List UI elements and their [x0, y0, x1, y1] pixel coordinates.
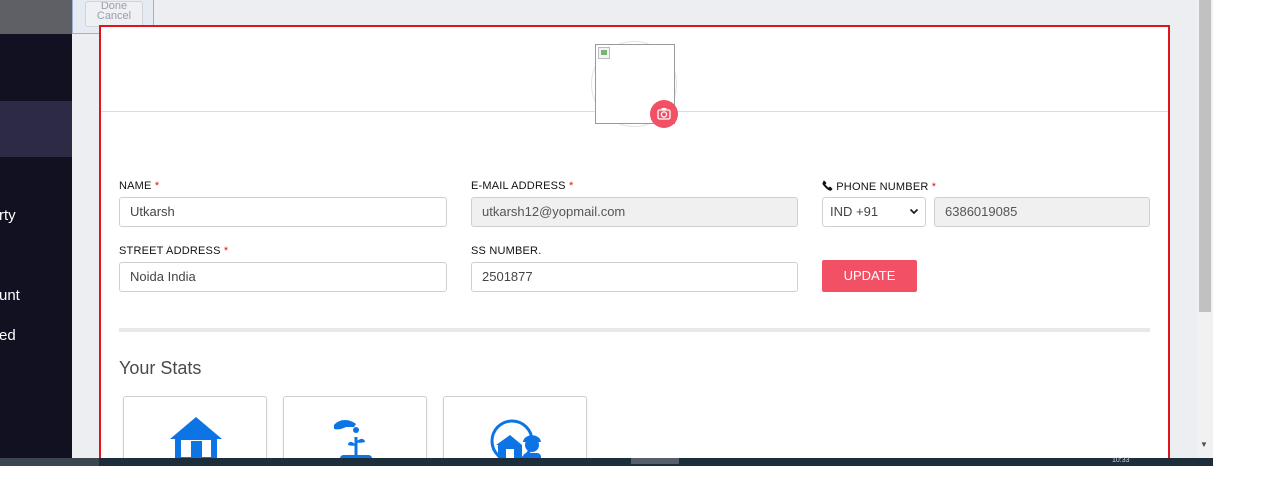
- ss-number-label-text: SS NUMBER.: [471, 245, 542, 257]
- required-marker: *: [223, 245, 229, 257]
- sidebar-header: [0, 0, 72, 34]
- email-label: E-MAIL ADDRESS *: [471, 180, 573, 192]
- stats-title: Your Stats: [119, 358, 202, 378]
- phone-icon: [822, 180, 833, 191]
- camera-upload-button[interactable]: [650, 100, 678, 128]
- section-divider: [119, 328, 1150, 332]
- required-marker: *: [931, 181, 937, 193]
- chevron-down-icon: [909, 200, 919, 236]
- camera-icon: [657, 108, 671, 120]
- phone-label-text: PHONE NUMBER: [836, 181, 929, 193]
- email-label-text: E-MAIL ADDRESS: [471, 180, 566, 192]
- ss-number-input[interactable]: 2501877: [471, 262, 798, 292]
- street-label-text: STREET ADDRESS: [119, 245, 221, 257]
- update-button[interactable]: UPDATE: [822, 260, 917, 292]
- sidebar-item-account[interactable]: unt: [0, 287, 20, 304]
- ss-number-label: SS NUMBER.: [471, 245, 541, 257]
- sidebar: rty unt ed: [0, 0, 72, 458]
- cancel-button[interactable]: Done Cancel: [85, 1, 143, 27]
- sidebar-item-active[interactable]: [0, 101, 72, 157]
- stat-card-properties[interactable]: [123, 396, 267, 464]
- scrollbar-thumb[interactable]: [1199, 0, 1211, 312]
- country-code-select[interactable]: IND +91: [822, 197, 926, 227]
- name-input[interactable]: Utkarsh: [119, 197, 447, 227]
- stat-card-services[interactable]: [283, 396, 427, 464]
- taskbar-app-item[interactable]: [631, 458, 679, 464]
- email-input[interactable]: utkarsh12@yopmail.com: [471, 197, 798, 227]
- phone-label: PHONE NUMBER *: [822, 180, 936, 193]
- country-code-value: IND +91: [830, 204, 879, 219]
- popup-partial-label: Done: [100, 2, 128, 10]
- stat-card-contractors[interactable]: [443, 396, 587, 464]
- taskbar-start-area[interactable]: [0, 458, 99, 466]
- name-label-text: NAME: [119, 180, 152, 192]
- page-scrollbar[interactable]: ▼: [1197, 0, 1213, 458]
- taskbar-clock: 10:33: [1112, 457, 1130, 464]
- profile-card: NAME * Utkarsh E-MAIL ADDRESS * utkarsh1…: [99, 25, 1170, 466]
- scroll-down-arrow-icon[interactable]: ▼: [1200, 440, 1208, 449]
- required-marker: *: [568, 180, 574, 192]
- name-label: NAME *: [119, 180, 159, 192]
- broken-image-icon: [598, 47, 610, 59]
- cancel-button-label: Cancel: [96, 10, 132, 22]
- taskbar: 10:33: [0, 457, 1213, 466]
- street-address-input[interactable]: Noida India: [119, 262, 447, 292]
- sidebar-item-saved[interactable]: ed: [0, 327, 16, 344]
- phone-input[interactable]: 6386019085: [934, 197, 1150, 227]
- street-label: STREET ADDRESS *: [119, 245, 228, 257]
- sidebar-item-property[interactable]: rty: [0, 207, 16, 224]
- required-marker: *: [154, 180, 160, 192]
